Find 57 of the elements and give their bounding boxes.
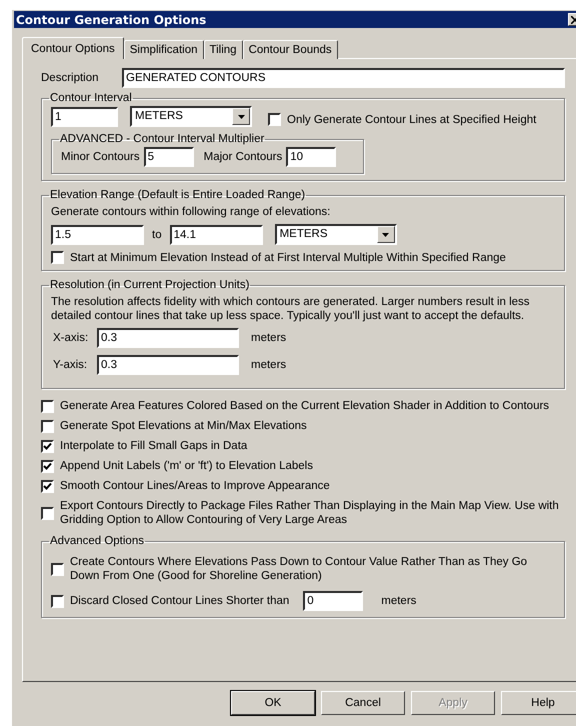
major-label: Major Contours: [204, 151, 282, 163]
checkbox-label: Discard Closed Contour Lines Shorter than: [70, 595, 290, 607]
tab[interactable]: Contour Options: [22, 37, 124, 59]
resolution-description: The resolution affects fidelity with which contours are generated. Larger numbers result in less detailed contour lines that take up less space. Typically you'll just want to accept the defaults.: [51, 295, 531, 323]
minor-field[interactable]: 5: [144, 147, 194, 167]
window-title: Contour Generation Options: [16, 12, 206, 26]
axis-label: Y-axis:: [53, 359, 88, 371]
min-elevation-field[interactable]: 1.5: [51, 224, 144, 244]
dropdown-arrow-icon: [238, 114, 244, 118]
prompt-text: Generate contours within following range of elevations:: [51, 205, 332, 219]
axis-label: X-axis:: [53, 332, 90, 344]
checkbox-label: Export Contours Directly to Package Files Rather Than Displaying in the Main Map View. Use with Gridding Option to Allow Contouring of Very Large Areas: [60, 499, 560, 527]
checkbox[interactable]: [41, 440, 54, 452]
dropdown-arrow-icon: [382, 232, 390, 236]
checkbox[interactable]: [41, 480, 54, 492]
dialog-button[interactable]: Cancel: [321, 691, 405, 715]
unit-label: meters: [251, 332, 286, 344]
checkbox-label: Create Contours Where Elevations Pass Down to Contour Value Rather Than as They Go Down From One (Good for Shoreline Generation): [70, 555, 528, 583]
checkbox-label: Start at Minimum Elevation Instead of at First Interval Multiple Within Specified Range: [70, 252, 506, 264]
axis-field[interactable]: 0.3: [97, 328, 239, 348]
checkbox-label: Generate Area Features Colored Based on the Current Elevation Shader in Addition to Contours: [60, 399, 550, 413]
checkbox[interactable]: [41, 460, 54, 472]
checkbox[interactable]: [41, 400, 54, 412]
description-label: Description: [41, 72, 100, 84]
checkbox[interactable]: [41, 506, 54, 520]
tab[interactable]: Tiling: [204, 40, 243, 59]
unit-label: meters: [251, 359, 286, 371]
checkbox[interactable]: [51, 562, 64, 576]
units-dropdown[interactable]: METERS: [274, 224, 397, 245]
checkbox-label: Generate Spot Elevations at Min/Max Elevations: [60, 419, 308, 433]
description-field[interactable]: GENERATED CONTOURS: [122, 68, 565, 88]
units-dropdown[interactable]: METERS: [130, 106, 252, 127]
checkbox[interactable]: [51, 594, 64, 608]
checkbox[interactable]: [268, 113, 281, 126]
unit-label: meters: [381, 595, 416, 607]
checkbox-label: Smooth Contour Lines/Areas to Improve Appearance: [60, 479, 331, 493]
tab[interactable]: Simplification: [124, 40, 204, 59]
dialog-button[interactable]: Help: [501, 691, 576, 715]
interval-field[interactable]: 1: [51, 106, 118, 126]
minor-label: Minor Contours: [61, 151, 140, 163]
axis-field[interactable]: 0.3: [97, 355, 239, 375]
tab[interactable]: Contour Bounds: [242, 40, 338, 59]
checkbox-label: Append Unit Labels ('m' or 'ft') to Elevation Labels: [60, 459, 314, 473]
group-title: Advanced Options: [49, 535, 145, 547]
checkbox[interactable]: [41, 420, 54, 432]
max-elevation-field[interactable]: 14.1: [170, 224, 263, 244]
group-title: Elevation Range (Default is Entire Loaded Range): [49, 189, 306, 201]
group-title: ADVANCED - Contour Interval Multiplier: [59, 133, 266, 145]
group-title: Contour Interval: [49, 92, 133, 104]
dialog-button[interactable]: OK: [231, 691, 315, 715]
checkbox-label: Only Generate Contour Lines at Specified Height: [287, 114, 536, 126]
length-field[interactable]: 0: [303, 591, 364, 611]
major-field[interactable]: 10: [286, 147, 336, 167]
checkbox-label: Interpolate to Fill Small Gaps in Data: [60, 439, 248, 453]
group-title: Resolution (in Current Projection Units): [49, 279, 250, 291]
to-label: to: [152, 228, 162, 240]
checkbox[interactable]: [51, 251, 64, 264]
